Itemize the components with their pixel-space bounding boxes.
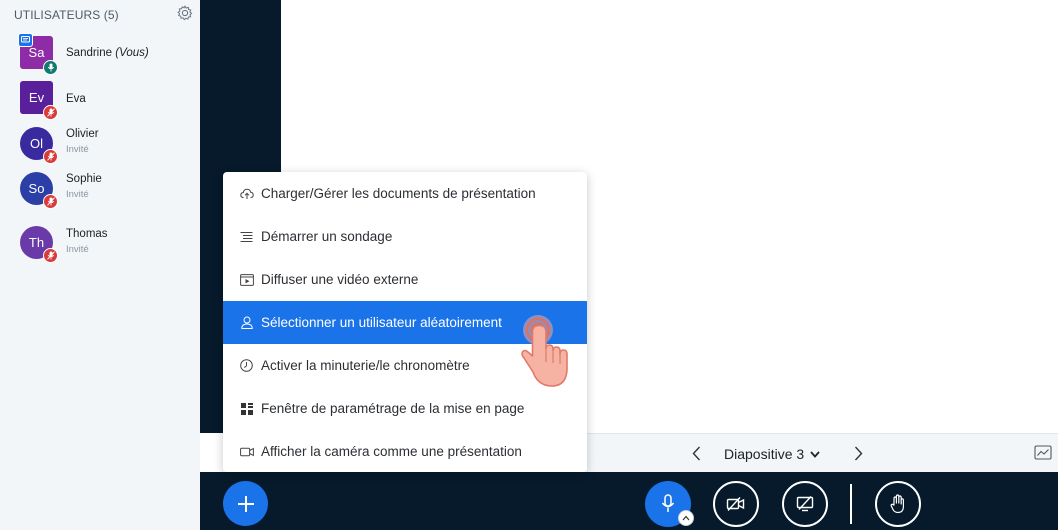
layout-grid-icon: [239, 401, 254, 416]
avatar-initials: Th: [28, 235, 45, 250]
chevron-left-icon: [692, 446, 700, 460]
user-icon: [239, 315, 254, 330]
poll-list-icon: [239, 229, 254, 244]
raise-hand-button[interactable]: [875, 481, 921, 527]
users-header: UTILISATEURS (5): [14, 8, 119, 22]
avatar-initials: Ev: [28, 90, 45, 105]
mic-muted-icon: [43, 149, 58, 164]
menu-item-label: Charger/Gérer les documents de présentat…: [261, 186, 536, 201]
hand-icon: [890, 494, 904, 514]
chevron-down-icon: [810, 450, 820, 458]
clock-icon: [239, 358, 254, 373]
menu-item-start-poll[interactable]: Démarrer un sondage: [223, 215, 587, 258]
mic-muted-icon: [43, 194, 58, 209]
menu-item-camera-as-content[interactable]: Afficher la caméra comme une présentatio…: [223, 430, 587, 473]
user-name: Olivier: [66, 128, 99, 140]
toolbar-separator: [850, 484, 852, 524]
video-off-icon: [726, 497, 745, 511]
chevron-up-icon: [682, 515, 690, 521]
next-slide-button[interactable]: [851, 443, 865, 463]
user-name: Sandrine (Vous): [66, 47, 149, 59]
menu-item-external-video[interactable]: Diffuser une vidéo externe: [223, 258, 587, 301]
user-role: Invité: [66, 144, 89, 155]
actions-plus-button[interactable]: [223, 481, 268, 526]
user-name: Thomas: [66, 228, 108, 240]
mic-icon: [43, 60, 58, 75]
camera-icon: [239, 444, 254, 459]
user-item-sandrine[interactable]: Sa Sandrine (Vous): [0, 33, 200, 76]
audio-settings-button[interactable]: [678, 510, 694, 526]
slide-selector[interactable]: Diapositive 3: [724, 445, 820, 463]
user-name: Eva: [66, 93, 86, 105]
gear-icon[interactable]: [177, 5, 193, 21]
menu-item-label: Fenêtre de paramétrage de la mise en pag…: [261, 401, 525, 416]
mic-muted-icon: [43, 105, 58, 120]
chevron-right-icon: [854, 446, 862, 460]
slide-label: Diapositive 3: [724, 446, 805, 462]
user-item-sophie[interactable]: So Sophie Invité: [0, 172, 200, 212]
user-name: Sophie: [66, 173, 102, 185]
screen-share-off-button[interactable]: [782, 481, 828, 527]
users-sidebar: UTILISATEURS (5) Sa Sandrine (Vous) Ev E…: [0, 0, 200, 530]
menu-item-label: Démarrer un sondage: [261, 229, 393, 244]
previous-slide-button[interactable]: [689, 443, 703, 463]
whiteboard-chart-icon[interactable]: [1034, 444, 1052, 462]
user-you-label: (Vous): [115, 47, 149, 59]
menu-item-label: Sélectionner un utilisateur aléatoiremen…: [261, 315, 502, 330]
tap-pointer-hand-icon: [521, 315, 568, 387]
mic-muted-icon: [43, 248, 58, 263]
screen-share-off-icon: [796, 496, 814, 512]
user-item-olivier[interactable]: Ol Olivier Invité: [0, 127, 200, 167]
external-video-icon: [239, 272, 254, 287]
user-item-eva[interactable]: Ev Eva: [0, 81, 200, 121]
menu-item-label: Afficher la caméra comme une présentatio…: [261, 444, 522, 459]
user-item-thomas[interactable]: Th Thomas Invité: [0, 226, 200, 266]
actions-bar: [200, 472, 1058, 530]
plus-icon: [237, 495, 254, 512]
avatar-initials: So: [28, 181, 45, 196]
camera-off-button[interactable]: [713, 481, 759, 527]
user-role: Invité: [66, 244, 89, 255]
avatar-initials: Ol: [30, 136, 43, 151]
avatar-initials: Sa: [28, 45, 45, 60]
menu-item-manage-presentations[interactable]: Charger/Gérer les documents de présentat…: [223, 172, 587, 215]
menu-item-label: Diffuser une vidéo externe: [261, 272, 419, 287]
user-role: Invité: [66, 189, 89, 200]
slide-toolbar: [587, 433, 1058, 472]
chat-icon: [18, 33, 33, 47]
upload-cloud-icon: [239, 186, 254, 201]
microphone-icon: [661, 494, 675, 512]
menu-item-label: Activer la minuterie/le chronomètre: [261, 358, 470, 373]
